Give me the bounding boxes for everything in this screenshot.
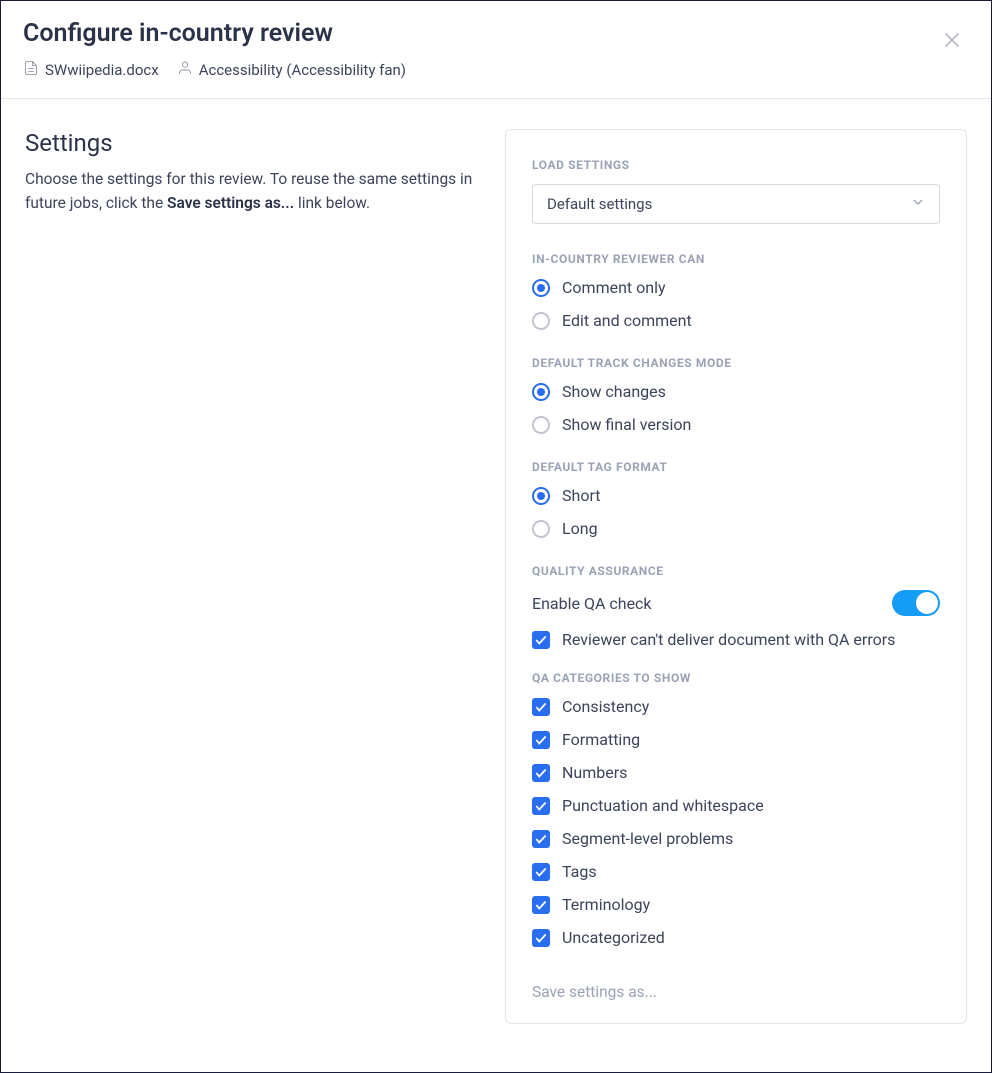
load-settings-selected: Default settings <box>547 195 652 213</box>
qa-category-label: Punctuation and whitespace <box>562 796 764 815</box>
qa-category-row[interactable]: Tags <box>532 862 940 881</box>
document-meta: SWwiipedia.docx <box>23 60 159 80</box>
tag-format-group: Short Long <box>532 486 940 538</box>
settings-description-post: link below. <box>294 194 370 212</box>
radio-circle[interactable] <box>532 416 550 434</box>
qa-category-label: Uncategorized <box>562 928 665 947</box>
qa-category-checkbox[interactable] <box>532 929 550 947</box>
qa-category-label: Tags <box>562 862 597 881</box>
qa-strict-row[interactable]: Reviewer can't deliver document with QA … <box>532 630 940 649</box>
qa-categories-list: Consistency Formatting Numbers Punctuation … <box>532 697 940 947</box>
reviewer-can-label: IN-COUNTRY REVIEWER CAN <box>532 252 940 266</box>
tag-format-label: DEFAULT TAG FORMAT <box>532 460 940 474</box>
radio-circle[interactable] <box>532 520 550 538</box>
qa-strict-label: Reviewer can't deliver document with QA … <box>562 630 895 649</box>
radio-label: Short <box>562 486 600 505</box>
document-name: SWwiipedia.docx <box>45 61 159 79</box>
qa-category-checkbox[interactable] <box>532 698 550 716</box>
qa-category-checkbox[interactable] <box>532 764 550 782</box>
document-icon <box>23 60 39 80</box>
person-icon <box>177 60 193 80</box>
qa-category-checkbox[interactable] <box>532 863 550 881</box>
qa-category-row[interactable]: Consistency <box>532 697 940 716</box>
radio-label: Edit and comment <box>562 311 692 330</box>
qa-category-label: Terminology <box>562 895 650 914</box>
qa-section: QUALITY ASSURANCE Enable QA check Review… <box>532 564 940 649</box>
settings-description-column: Settings Choose the settings for this re… <box>25 129 485 1024</box>
qa-category-label: Consistency <box>562 697 649 716</box>
meta-row: SWwiipedia.docx Accessibility (Accessibi… <box>23 60 969 80</box>
reviewer-can-group: Comment only Edit and comment <box>532 278 940 330</box>
reviewer-meta: Accessibility (Accessibility fan) <box>177 60 406 80</box>
reviewer-name: Accessibility (Accessibility fan) <box>199 61 406 79</box>
radio-circle[interactable] <box>532 383 550 401</box>
qa-category-row[interactable]: Punctuation and whitespace <box>532 796 940 815</box>
radio-label: Show changes <box>562 382 666 401</box>
radio-option[interactable]: Show changes <box>532 382 940 401</box>
qa-category-label: Formatting <box>562 730 640 749</box>
settings-description-bold: Save settings as... <box>167 194 294 212</box>
load-settings-select-wrap: Default settings <box>532 184 940 224</box>
radio-option[interactable]: Edit and comment <box>532 311 940 330</box>
radio-circle[interactable] <box>532 487 550 505</box>
radio-option[interactable]: Long <box>532 519 940 538</box>
enable-qa-toggle[interactable] <box>892 590 940 616</box>
settings-description: Choose the settings for this review. To … <box>25 167 485 215</box>
modal-body: Settings Choose the settings for this re… <box>1 99 991 1048</box>
modal-header: Configure in-country review SWwiipedia.d… <box>1 1 991 99</box>
qa-strict-checkbox[interactable] <box>532 631 550 649</box>
radio-label: Comment only <box>562 278 666 297</box>
qa-category-row[interactable]: Formatting <box>532 730 940 749</box>
settings-panel: LOAD SETTINGS Default settings IN-COUNTR… <box>505 129 967 1024</box>
qa-category-label: Numbers <box>562 763 627 782</box>
qa-category-checkbox[interactable] <box>532 896 550 914</box>
enable-qa-row: Enable QA check <box>532 590 940 616</box>
close-button[interactable] <box>941 29 963 55</box>
qa-category-label: Segment-level problems <box>562 829 733 848</box>
enable-qa-label: Enable QA check <box>532 594 652 613</box>
qa-category-row[interactable]: Numbers <box>532 763 940 782</box>
load-settings-select[interactable]: Default settings <box>532 184 940 224</box>
load-settings-label: LOAD SETTINGS <box>532 158 940 172</box>
close-icon <box>941 36 963 55</box>
qa-category-checkbox[interactable] <box>532 830 550 848</box>
radio-option[interactable]: Short <box>532 486 940 505</box>
radio-label: Show final version <box>562 415 691 434</box>
configure-review-modal: Configure in-country review SWwiipedia.d… <box>0 0 992 1073</box>
qa-category-checkbox[interactable] <box>532 731 550 749</box>
qa-category-row[interactable]: Terminology <box>532 895 940 914</box>
track-changes-label: DEFAULT TRACK CHANGES MODE <box>532 356 940 370</box>
radio-label: Long <box>562 519 598 538</box>
modal-title: Configure in-country review <box>23 19 969 48</box>
radio-option[interactable]: Comment only <box>532 278 940 297</box>
qa-label: QUALITY ASSURANCE <box>532 564 940 578</box>
qa-category-row[interactable]: Segment-level problems <box>532 829 940 848</box>
radio-option[interactable]: Show final version <box>532 415 940 434</box>
settings-heading: Settings <box>25 129 485 157</box>
radio-circle[interactable] <box>532 279 550 297</box>
qa-categories-label: QA CATEGORIES TO SHOW <box>532 671 940 685</box>
qa-category-row[interactable]: Uncategorized <box>532 928 940 947</box>
track-changes-group: Show changes Show final version <box>532 382 940 434</box>
qa-category-checkbox[interactable] <box>532 797 550 815</box>
save-settings-as-link[interactable]: Save settings as... <box>532 983 657 1001</box>
qa-categories-section: QA CATEGORIES TO SHOW Consistency Formatt… <box>532 671 940 947</box>
radio-circle[interactable] <box>532 312 550 330</box>
